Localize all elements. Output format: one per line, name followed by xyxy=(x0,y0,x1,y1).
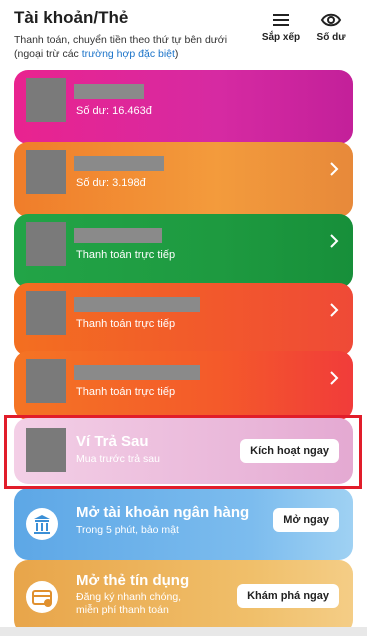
account-name-redacted xyxy=(74,228,162,243)
account-card[interactable]: Thanh toán trực tiếp xyxy=(14,351,353,420)
chevron-right-icon xyxy=(330,371,339,385)
account-status: Thanh toán trực tiếp xyxy=(76,318,176,330)
account-card[interactable]: Số dư: 3.198đ xyxy=(14,142,353,217)
sort-label: Sắp xếp xyxy=(261,32,301,43)
account-card[interactable]: Số dư: 16.463đ xyxy=(14,70,353,144)
account-name-redacted xyxy=(74,297,200,312)
open-bank-subtitle: Trong 5 phút, bảo mật xyxy=(76,524,179,536)
header: Tài khoản/Thẻ Thanh toán, chuyển tiền th… xyxy=(0,0,367,66)
account-avatar xyxy=(26,222,66,266)
open-now-button[interactable]: Mở ngay xyxy=(273,508,339,532)
explore-now-button[interactable]: Khám phá ngay xyxy=(237,584,339,608)
account-card[interactable]: Thanh toán trực tiếp xyxy=(14,214,353,288)
account-status: Thanh toán trực tiếp xyxy=(76,249,176,261)
subtitle-end: ) xyxy=(174,48,179,60)
account-name-redacted xyxy=(74,365,200,380)
chevron-right-icon xyxy=(330,234,339,248)
balance-toggle-button[interactable]: Số dư xyxy=(308,10,354,43)
bottom-edge xyxy=(0,627,367,636)
account-name-redacted xyxy=(74,156,164,171)
page-title: Tài khoản/Thẻ xyxy=(14,8,129,27)
paylater-highlight-box xyxy=(4,415,362,489)
account-status: Thanh toán trực tiếp xyxy=(76,386,176,398)
open-credit-card-card[interactable]: Mở thẻ tín dụng Đăng ký nhanh chóng, miễ… xyxy=(14,560,353,634)
account-balance: Số dư: 3.198đ xyxy=(76,177,146,189)
balance-label: Số dư xyxy=(316,32,346,43)
page-subtitle: Thanh toán, chuyển tiền theo thứ tự bên … xyxy=(14,33,252,61)
account-balance: Số dư: 16.463đ xyxy=(76,105,152,117)
open-bank-title: Mở tài khoản ngân hàng xyxy=(76,504,250,521)
chevron-right-icon xyxy=(330,303,339,317)
credit-card-subtitle-line2: miễn phí thanh toán xyxy=(76,604,169,616)
special-cases-link[interactable]: trường hợp đặc biệt xyxy=(82,48,175,60)
credit-card-subtitle-line1: Đăng ký nhanh chóng, xyxy=(76,591,182,603)
sort-button[interactable]: Sắp xếp xyxy=(258,10,304,43)
account-avatar xyxy=(26,150,66,194)
bank-icon xyxy=(26,508,58,540)
account-avatar xyxy=(26,291,66,335)
menu-icon xyxy=(273,14,289,26)
account-avatar xyxy=(26,78,66,122)
credit-card-icon xyxy=(26,581,58,613)
account-name-redacted xyxy=(74,84,144,99)
open-bank-account-card[interactable]: Mở tài khoản ngân hàng Trong 5 phút, bảo… xyxy=(14,488,353,560)
account-card[interactable]: Thanh toán trực tiếp xyxy=(14,283,353,356)
chevron-right-icon xyxy=(330,162,339,176)
credit-card-title: Mở thẻ tín dụng xyxy=(76,572,190,589)
account-avatar xyxy=(26,359,66,403)
eye-icon xyxy=(320,13,342,27)
